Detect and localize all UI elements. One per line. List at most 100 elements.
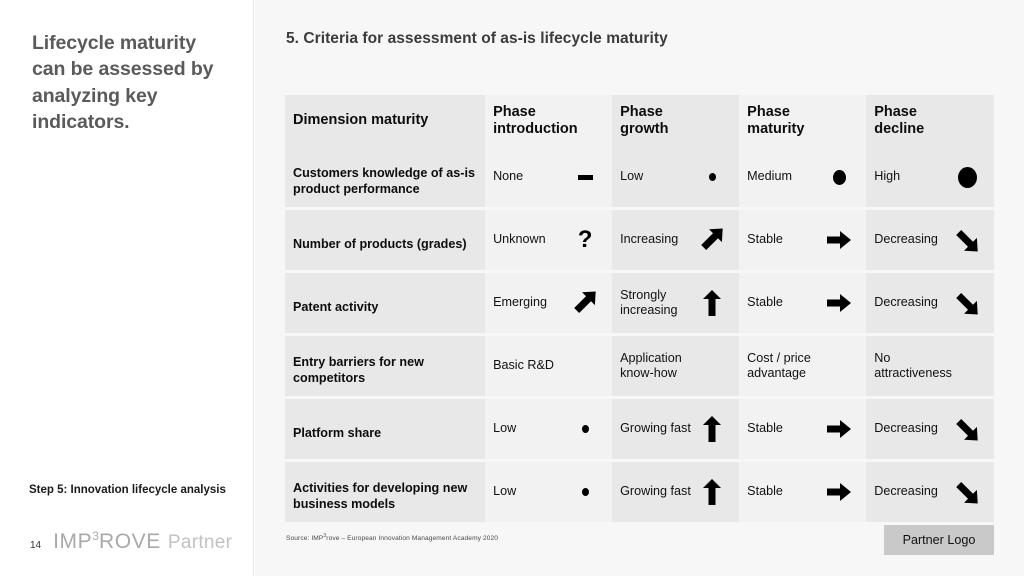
value-cell: Medium bbox=[739, 147, 867, 207]
improve-logo-superscript: 3 bbox=[92, 529, 99, 543]
table-row: Entry barriers for new competitors Basic … bbox=[285, 336, 994, 396]
small-dot-icon bbox=[697, 162, 727, 192]
dimension-label: Number of products (grades) bbox=[293, 236, 467, 251]
arrow-down-right-icon bbox=[952, 225, 982, 255]
value-label: Cost / price advantage bbox=[747, 350, 811, 380]
value-label: Decreasing bbox=[874, 484, 938, 499]
value-label: Stable bbox=[747, 232, 783, 247]
arrow-up-icon bbox=[697, 477, 727, 507]
column-header-phase-decline-line2: decline bbox=[874, 121, 925, 137]
table-header: Dimension maturity Phase introduction Ph… bbox=[285, 95, 994, 147]
value-label: Low bbox=[493, 421, 517, 436]
value-cell: Unknown? bbox=[485, 210, 613, 270]
arrow-right-icon bbox=[824, 288, 854, 318]
improve-logo-main: IMP bbox=[53, 530, 93, 553]
arrow-right-icon bbox=[824, 477, 854, 507]
arrow-up-right-icon bbox=[697, 225, 727, 255]
no-icon bbox=[824, 351, 854, 381]
column-header-phase-decline-line1: Phase bbox=[874, 103, 917, 120]
value-label: Decreasing bbox=[874, 295, 938, 310]
large-dot-icon bbox=[952, 162, 982, 192]
improve-logo-partner: Partner bbox=[167, 532, 233, 553]
question-mark-icon: ? bbox=[577, 226, 593, 253]
dimension-label: Entry barriers for new competitors bbox=[293, 354, 424, 385]
value-cell: Low bbox=[485, 462, 613, 522]
value-label: No attractiveness bbox=[874, 350, 952, 380]
column-header-phase-growth-line2: growth bbox=[620, 121, 669, 137]
value-label: Growing fast bbox=[620, 484, 691, 499]
value-label: Application know-how bbox=[620, 350, 682, 380]
value-label: Decreasing bbox=[874, 421, 938, 436]
value-label: Growing fast bbox=[620, 421, 691, 436]
column-header-phase-growth-line1: Phase bbox=[620, 103, 663, 120]
column-header-dimension-label: Dimension maturity bbox=[293, 112, 429, 129]
source-note-prefix: Source: IMP bbox=[286, 535, 324, 543]
dimension-label: Patent activity bbox=[293, 299, 379, 314]
value-cell: Decreasing bbox=[866, 399, 994, 459]
value-cell: Decreasing bbox=[866, 462, 994, 522]
value-cell: Decreasing bbox=[866, 210, 994, 270]
column-header-phase-maturity-line2: maturity bbox=[747, 121, 805, 137]
column-header-phase-maturity-line1: Phase bbox=[747, 103, 790, 120]
value-cell: Growing fast bbox=[612, 462, 740, 522]
column-header-phase-introduction: Phase introduction bbox=[485, 95, 613, 147]
column-header-phase-maturity: Phase maturity bbox=[739, 95, 867, 147]
arrow-down-right-icon bbox=[952, 288, 982, 318]
table-row: Platform share Low Growing fast Stable Decre… bbox=[285, 399, 994, 459]
value-label: Increasing bbox=[620, 232, 679, 247]
value-label: Basic R&D bbox=[493, 358, 554, 373]
value-label: Low bbox=[620, 169, 644, 184]
source-note-rest: rove – European Innovation Management Ac… bbox=[326, 535, 499, 543]
value-cell: Stable bbox=[739, 462, 867, 522]
value-cell: Low bbox=[612, 147, 740, 207]
value-cell: Decreasing bbox=[866, 273, 994, 333]
table-body: Customers knowledge of as-is product per… bbox=[285, 147, 994, 522]
table-row: Activities for developing new business m… bbox=[285, 462, 994, 522]
no-icon bbox=[697, 351, 727, 381]
value-label: Stable bbox=[747, 295, 783, 310]
page-number: 14 bbox=[30, 540, 42, 551]
no-icon bbox=[570, 351, 600, 381]
dimension-cell: Number of products (grades) bbox=[285, 210, 486, 270]
arrow-right-icon bbox=[824, 225, 854, 255]
value-cell: Emerging bbox=[485, 273, 613, 333]
table-header-row: Dimension maturity Phase introduction Ph… bbox=[285, 95, 994, 147]
value-label: Strongly increasing bbox=[620, 287, 678, 317]
column-header-phase-growth: Phase growth bbox=[612, 95, 740, 147]
lead-title: Lifecycle maturity can be assessed by an… bbox=[32, 32, 214, 133]
dimension-label: Customers knowledge of as-is product per… bbox=[293, 165, 475, 196]
value-label: None bbox=[493, 169, 524, 184]
value-label: High bbox=[874, 169, 901, 184]
improve-logo-rest: ROVE bbox=[98, 530, 161, 553]
value-cell: Stable bbox=[739, 399, 867, 459]
column-header-phase-decline: Phase decline bbox=[866, 95, 994, 147]
slide-canvas: Lifecycle maturity can be assessed by an… bbox=[0, 0, 1024, 576]
value-cell: High bbox=[866, 147, 994, 207]
partner-logo-placeholder: Partner Logo bbox=[884, 525, 994, 555]
medium-dot-icon bbox=[824, 162, 854, 192]
value-cell: Strongly increasing bbox=[612, 273, 740, 333]
dimension-cell: Patent activity bbox=[285, 273, 486, 333]
value-cell: Cost / price advantage bbox=[739, 336, 867, 396]
value-label: Stable bbox=[747, 484, 783, 499]
column-header-phase-introduction-line1: Phase bbox=[493, 103, 536, 120]
arrow-down-right-icon bbox=[952, 477, 982, 507]
dash-icon bbox=[570, 162, 600, 192]
dimension-label: Platform share bbox=[293, 425, 382, 440]
content-area: 5. Criteria for assessment of as-is life… bbox=[255, 0, 1024, 576]
column-header-phase-introduction-line2: introduction bbox=[493, 121, 578, 137]
step-label: Step 5: Innovation lifecycle analysis bbox=[29, 484, 226, 496]
no-icon bbox=[952, 351, 982, 381]
table-row: Patent activity Emerging Strongly increasi… bbox=[285, 273, 994, 333]
criteria-matrix-table: Dimension maturity Phase introduction Ph… bbox=[285, 95, 994, 522]
page-title: 5. Criteria for assessment of as-is life… bbox=[286, 30, 668, 47]
value-label: Decreasing bbox=[874, 232, 938, 247]
dimension-cell: Platform share bbox=[285, 399, 486, 459]
value-cell: No attractiveness bbox=[866, 336, 994, 396]
dimension-cell: Activities for developing new business m… bbox=[285, 462, 486, 522]
column-header-dimension: Dimension maturity bbox=[285, 95, 486, 147]
left-panel: Lifecycle maturity can be assessed by an… bbox=[0, 0, 254, 576]
value-label: Unknown bbox=[493, 232, 546, 247]
value-cell: Application know-how bbox=[612, 336, 740, 396]
small-dot-icon bbox=[570, 414, 600, 444]
